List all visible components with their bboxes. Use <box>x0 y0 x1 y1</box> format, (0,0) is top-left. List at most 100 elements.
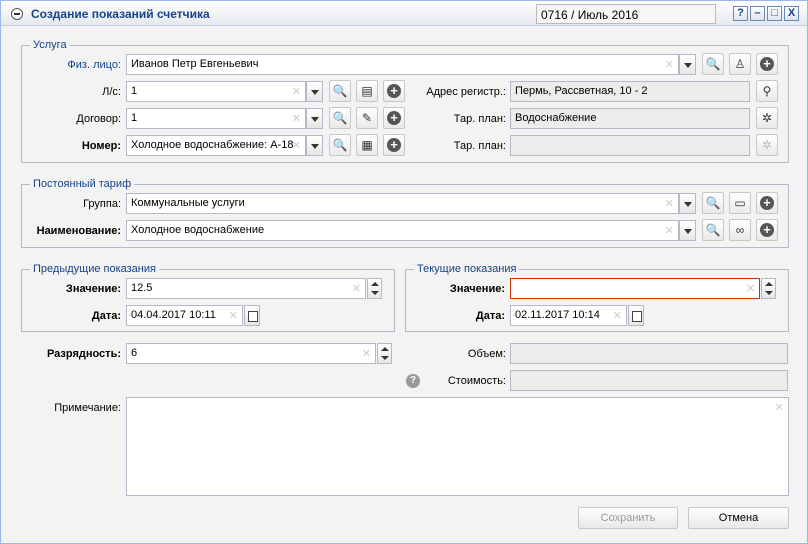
cur-date: 02.11.2017 10:14 <box>515 309 600 321</box>
period-display: 0716 / Июль 2016 <box>536 4 716 24</box>
name-value: Холодное водоснабжение <box>131 224 265 236</box>
number-value: Холодное водоснабжение: А-18 <box>131 139 294 151</box>
prev-value-spinner[interactable] <box>367 278 382 299</box>
help-icon[interactable]: ? <box>406 374 420 388</box>
cur-value-spinner[interactable] <box>761 278 776 299</box>
save-button[interactable]: Сохранить <box>578 507 678 529</box>
volume-label: Объем: <box>467 348 506 360</box>
tariff-legend: Постоянный тариф <box>33 178 132 190</box>
account-card-icon: ▤ <box>361 84 373 98</box>
address-field: Пермь, Рассветная, 10 - 2 <box>510 81 750 102</box>
account-dropdown[interactable] <box>306 81 323 102</box>
person-label[interactable]: Физ. лицо: <box>41 59 121 71</box>
tariff-plan-field: Водоснабжение <box>510 108 750 129</box>
search-icon: 🔍 <box>332 84 348 98</box>
account-card-button[interactable]: ▤ <box>356 80 378 102</box>
group-money-button[interactable]: ▭ <box>729 192 751 214</box>
group-dropdown[interactable] <box>679 193 696 214</box>
name-search-button[interactable]: 🔍 <box>702 219 724 241</box>
contract-add-button[interactable] <box>383 107 405 129</box>
name-add-button[interactable] <box>756 219 778 241</box>
money-icon: ▭ <box>734 196 746 210</box>
service-legend: Услуга <box>33 39 67 51</box>
note-textarea[interactable]: ✕ <box>126 397 789 496</box>
cur-date-label: Дата: <box>475 310 505 322</box>
person-icon: ♙ <box>734 57 746 71</box>
digits-spinner[interactable] <box>377 343 392 364</box>
prev-value: 12.5 <box>131 282 153 294</box>
cur-value-field[interactable]: ✕ <box>510 278 760 299</box>
search-icon: 🔍 <box>705 223 721 237</box>
group-value: Коммунальные услуги <box>131 197 245 209</box>
person-card-button[interactable]: ♙ <box>729 53 751 75</box>
title-bar: Создание показаний счетчика 0716 / Июль … <box>1 1 807 26</box>
contract-field[interactable]: 1 ✕ <box>126 108 306 129</box>
address-label: Адрес регистр.: <box>426 86 506 98</box>
previous-readings-legend: Предыдущие показания <box>33 263 156 275</box>
minimize-button[interactable]: – <box>750 6 765 21</box>
person-search-button[interactable]: 🔍 <box>702 53 724 75</box>
help-button[interactable]: ? <box>733 6 748 21</box>
close-button[interactable]: X <box>784 6 799 21</box>
search-icon: 🔍 <box>332 138 348 152</box>
prev-date-field[interactable]: 04.04.2017 10:11 ✕ <box>126 305 243 326</box>
maximize-button[interactable]: □ <box>767 6 782 21</box>
volume-field <box>510 343 788 364</box>
digits-value: 6 <box>131 347 138 359</box>
collapse-icon[interactable] <box>11 8 23 20</box>
account-add-button[interactable] <box>383 80 405 102</box>
name-field[interactable]: Холодное водоснабжение ✕ <box>126 220 679 241</box>
account-search-button[interactable]: 🔍 <box>329 80 351 102</box>
tariff-plan2-field <box>510 135 750 156</box>
search-icon: 🔍 <box>705 196 721 210</box>
map-pin-icon: ⚲ <box>762 84 772 98</box>
group-add-button[interactable] <box>756 192 778 214</box>
network-icon: ✲ <box>761 111 773 125</box>
contract-dropdown[interactable] <box>306 108 323 129</box>
number-label: Номер: <box>81 140 121 152</box>
person-dropdown[interactable] <box>679 54 696 75</box>
note-label: Примечание: <box>54 402 121 414</box>
contract-label: Договор: <box>76 113 121 125</box>
prev-date: 04.04.2017 10:11 <box>131 309 216 321</box>
number-meter-button[interactable]: ▦ <box>356 134 378 156</box>
group-label: Группа: <box>83 198 121 210</box>
person-field[interactable]: Иванов Петр Евгеньевич ✕ <box>126 54 679 75</box>
group-search-button[interactable]: 🔍 <box>702 192 724 214</box>
number-dropdown[interactable] <box>306 135 323 156</box>
contract-edit-button[interactable]: ✎ <box>356 107 378 129</box>
cost-label: Стоимость: <box>447 375 506 387</box>
cur-date-calendar[interactable] <box>628 305 644 326</box>
cur-date-field[interactable]: 02.11.2017 10:14 ✕ <box>510 305 627 326</box>
digits-field[interactable]: 6 ✕ <box>126 343 376 364</box>
search-icon: 🔍 <box>332 111 348 125</box>
prev-value-field[interactable]: 12.5 ✕ <box>126 278 366 299</box>
prev-value-label: Значение: <box>65 283 121 295</box>
prev-date-calendar[interactable] <box>244 305 260 326</box>
name-dropdown[interactable] <box>679 220 696 241</box>
name-label: Наименование: <box>36 225 121 237</box>
cost-field <box>510 370 788 391</box>
tariff-plan2-button[interactable]: ✲ <box>756 134 778 156</box>
name-link-button[interactable]: ∞ <box>729 219 751 241</box>
cur-value-label: Значение: <box>449 283 505 295</box>
edit-icon: ✎ <box>361 111 373 125</box>
window-title: Создание показаний счетчика <box>31 7 210 21</box>
address-map-button[interactable]: ⚲ <box>756 80 778 102</box>
number-search-button[interactable]: 🔍 <box>329 134 351 156</box>
digits-label: Разрядность: <box>46 348 121 360</box>
contract-search-button[interactable]: 🔍 <box>329 107 351 129</box>
account-value: 1 <box>131 85 138 97</box>
tariff-plan2-label: Тар. план: <box>453 140 506 152</box>
tariff-plan-button[interactable]: ✲ <box>756 107 778 129</box>
account-label: Л/с: <box>102 86 121 98</box>
meter-reading-window: Создание показаний счетчика 0716 / Июль … <box>0 0 808 544</box>
account-field[interactable]: 1 ✕ <box>126 81 306 102</box>
group-field[interactable]: Коммунальные услуги ✕ <box>126 193 679 214</box>
number-field[interactable]: Холодное водоснабжение: А-18 ✕ <box>126 135 306 156</box>
number-add-button[interactable] <box>383 134 405 156</box>
link-icon: ∞ <box>735 223 745 237</box>
current-readings-legend: Текущие показания <box>417 263 517 275</box>
person-add-button[interactable] <box>756 53 778 75</box>
cancel-button[interactable]: Отмена <box>688 507 789 529</box>
